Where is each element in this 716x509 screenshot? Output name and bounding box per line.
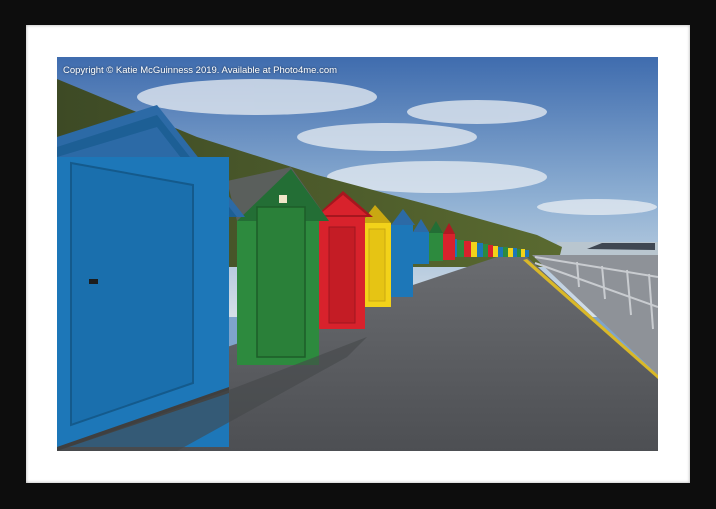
beach-huts-photo: Copyright © Katie McGuinness 2019. Avail…: [57, 57, 658, 451]
mid-huts: [413, 219, 455, 264]
photo-scene: [57, 57, 658, 451]
yellow-hut: [361, 205, 391, 307]
blue-hut-2: [391, 209, 415, 297]
copyright-watermark: Copyright © Katie McGuinness 2019. Avail…: [63, 65, 338, 76]
red-hut: [315, 191, 373, 329]
